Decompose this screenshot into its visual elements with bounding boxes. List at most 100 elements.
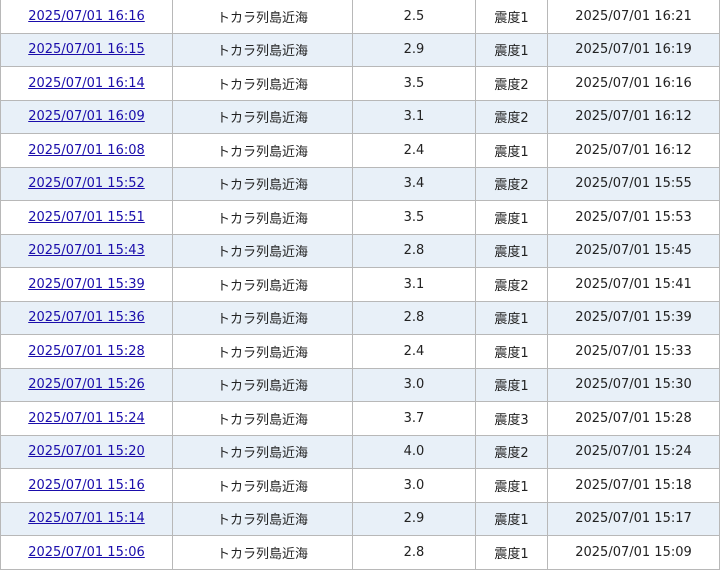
epicenter-area-cell: トカラ列島近海 — [172, 32, 353, 67]
occurrence-time-cell: 2025/07/01 16:14 — [0, 66, 173, 101]
earthquake-detail-link[interactable]: 2025/07/01 15:16 — [28, 478, 145, 493]
occurrence-time-cell: 2025/07/01 15:43 — [0, 233, 173, 268]
epicenter-area-cell: トカラ列島近海 — [172, 334, 353, 369]
epicenter-area-cell: トカラ列島近海 — [172, 200, 353, 235]
magnitude-cell: 3.0 — [352, 367, 476, 402]
max-intensity-cell: 震度2 — [475, 99, 548, 134]
occurrence-time-cell: 2025/07/01 16:08 — [0, 133, 173, 168]
earthquake-detail-link[interactable]: 2025/07/01 15:20 — [28, 444, 145, 459]
occurrence-time-cell: 2025/07/01 16:09 — [0, 99, 173, 134]
earthquake-detail-link[interactable]: 2025/07/01 15:39 — [28, 277, 145, 292]
earthquake-detail-link[interactable]: 2025/07/01 15:06 — [28, 545, 145, 560]
occurrence-time-cell: 2025/07/01 15:51 — [0, 200, 173, 235]
announcement-time-cell: 2025/07/01 16:16 — [547, 66, 720, 101]
epicenter-area-cell: トカラ列島近海 — [172, 99, 353, 134]
table-row: 2025/07/01 15:16 トカラ列島近海 3.0 震度1 2025/07/01 … — [0, 468, 720, 503]
occurrence-time-cell: 2025/07/01 16:16 — [0, 0, 173, 34]
announcement-time-cell: 2025/07/01 16:12 — [547, 99, 720, 134]
announcement-time-cell: 2025/07/01 15:55 — [547, 166, 720, 201]
table-row: 2025/07/01 15:06 トカラ列島近海 2.8 震度1 2025/07/01 … — [0, 535, 720, 570]
magnitude-cell: 2.4 — [352, 133, 476, 168]
magnitude-cell: 2.8 — [352, 233, 476, 268]
magnitude-cell: 3.5 — [352, 66, 476, 101]
announcement-time-cell: 2025/07/01 15:39 — [547, 300, 720, 335]
table-row: 2025/07/01 15:14 トカラ列島近海 2.9 震度1 2025/07/01 … — [0, 501, 720, 536]
earthquake-detail-link[interactable]: 2025/07/01 15:14 — [28, 511, 145, 526]
table-row: 2025/07/01 15:20 トカラ列島近海 4.0 震度2 2025/07/01 … — [0, 434, 720, 469]
earthquake-detail-link[interactable]: 2025/07/01 15:51 — [28, 210, 145, 225]
table-row: 2025/07/01 16:14 トカラ列島近海 3.5 震度2 2025/07/01 … — [0, 66, 720, 101]
announcement-time-cell: 2025/07/01 15:17 — [547, 501, 720, 536]
max-intensity-cell: 震度1 — [475, 367, 548, 402]
max-intensity-cell: 震度1 — [475, 300, 548, 335]
earthquake-detail-link[interactable]: 2025/07/01 15:24 — [28, 411, 145, 426]
max-intensity-cell: 震度2 — [475, 267, 548, 302]
table-row: 2025/07/01 15:24 トカラ列島近海 3.7 震度3 2025/07/01 … — [0, 401, 720, 436]
earthquake-detail-link[interactable]: 2025/07/01 15:36 — [28, 310, 145, 325]
epicenter-area-cell: トカラ列島近海 — [172, 0, 353, 34]
earthquake-detail-link[interactable]: 2025/07/01 15:43 — [28, 243, 145, 258]
epicenter-area-cell: トカラ列島近海 — [172, 133, 353, 168]
magnitude-cell: 3.0 — [352, 468, 476, 503]
announcement-time-cell: 2025/07/01 16:19 — [547, 32, 720, 67]
announcement-time-cell: 2025/07/01 15:18 — [547, 468, 720, 503]
earthquake-detail-link[interactable]: 2025/07/01 16:16 — [28, 9, 145, 24]
magnitude-cell: 2.8 — [352, 300, 476, 335]
table-row: 2025/07/01 16:15 トカラ列島近海 2.9 震度1 2025/07/01 … — [0, 32, 720, 67]
announcement-time-cell: 2025/07/01 15:28 — [547, 401, 720, 436]
earthquake-list-table: 2025/07/01 16:16 トカラ列島近海 2.5 震度1 2025/07/01 … — [0, 0, 720, 570]
epicenter-area-cell: トカラ列島近海 — [172, 66, 353, 101]
epicenter-area-cell: トカラ列島近海 — [172, 233, 353, 268]
earthquake-detail-link[interactable]: 2025/07/01 16:14 — [28, 76, 145, 91]
occurrence-time-cell: 2025/07/01 15:39 — [0, 267, 173, 302]
occurrence-time-cell: 2025/07/01 15:26 — [0, 367, 173, 402]
occurrence-time-cell: 2025/07/01 15:28 — [0, 334, 173, 369]
occurrence-time-cell: 2025/07/01 15:16 — [0, 468, 173, 503]
magnitude-cell: 3.5 — [352, 200, 476, 235]
magnitude-cell: 2.9 — [352, 32, 476, 67]
table-row: 2025/07/01 16:16 トカラ列島近海 2.5 震度1 2025/07/01 … — [0, 0, 720, 34]
magnitude-cell: 3.4 — [352, 166, 476, 201]
occurrence-time-cell: 2025/07/01 16:15 — [0, 32, 173, 67]
max-intensity-cell: 震度3 — [475, 401, 548, 436]
occurrence-time-cell: 2025/07/01 15:52 — [0, 166, 173, 201]
magnitude-cell: 2.8 — [352, 535, 476, 570]
table-row: 2025/07/01 15:26 トカラ列島近海 3.0 震度1 2025/07/01 … — [0, 367, 720, 402]
max-intensity-cell: 震度1 — [475, 535, 548, 570]
earthquake-detail-link[interactable]: 2025/07/01 15:28 — [28, 344, 145, 359]
earthquake-detail-link[interactable]: 2025/07/01 15:52 — [28, 176, 145, 191]
table-row: 2025/07/01 15:52 トカラ列島近海 3.4 震度2 2025/07/01 … — [0, 166, 720, 201]
earthquake-detail-link[interactable]: 2025/07/01 16:15 — [28, 42, 145, 57]
occurrence-time-cell: 2025/07/01 15:20 — [0, 434, 173, 469]
epicenter-area-cell: トカラ列島近海 — [172, 535, 353, 570]
announcement-time-cell: 2025/07/01 15:30 — [547, 367, 720, 402]
table-row: 2025/07/01 15:43 トカラ列島近海 2.8 震度1 2025/07/01 … — [0, 233, 720, 268]
occurrence-time-cell: 2025/07/01 15:14 — [0, 501, 173, 536]
epicenter-area-cell: トカラ列島近海 — [172, 267, 353, 302]
earthquake-list-body: 2025/07/01 16:16 トカラ列島近海 2.5 震度1 2025/07/01 … — [0, 0, 720, 570]
magnitude-cell: 2.9 — [352, 501, 476, 536]
table-row: 2025/07/01 15:39 トカラ列島近海 3.1 震度2 2025/07/01 … — [0, 267, 720, 302]
announcement-time-cell: 2025/07/01 16:21 — [547, 0, 720, 34]
max-intensity-cell: 震度2 — [475, 434, 548, 469]
announcement-time-cell: 2025/07/01 16:12 — [547, 133, 720, 168]
earthquake-detail-link[interactable]: 2025/07/01 16:08 — [28, 143, 145, 158]
max-intensity-cell: 震度2 — [475, 166, 548, 201]
earthquake-detail-link[interactable]: 2025/07/01 16:09 — [28, 109, 145, 124]
max-intensity-cell: 震度1 — [475, 0, 548, 34]
announcement-time-cell: 2025/07/01 15:41 — [547, 267, 720, 302]
max-intensity-cell: 震度1 — [475, 334, 548, 369]
magnitude-cell: 3.1 — [352, 267, 476, 302]
table-row: 2025/07/01 15:36 トカラ列島近海 2.8 震度1 2025/07/01 … — [0, 300, 720, 335]
epicenter-area-cell: トカラ列島近海 — [172, 468, 353, 503]
announcement-time-cell: 2025/07/01 15:45 — [547, 233, 720, 268]
magnitude-cell: 3.1 — [352, 99, 476, 134]
magnitude-cell: 4.0 — [352, 434, 476, 469]
epicenter-area-cell: トカラ列島近海 — [172, 401, 353, 436]
max-intensity-cell: 震度1 — [475, 200, 548, 235]
occurrence-time-cell: 2025/07/01 15:24 — [0, 401, 173, 436]
magnitude-cell: 2.5 — [352, 0, 476, 34]
magnitude-cell: 3.7 — [352, 401, 476, 436]
announcement-time-cell: 2025/07/01 15:09 — [547, 535, 720, 570]
earthquake-detail-link[interactable]: 2025/07/01 15:26 — [28, 377, 145, 392]
